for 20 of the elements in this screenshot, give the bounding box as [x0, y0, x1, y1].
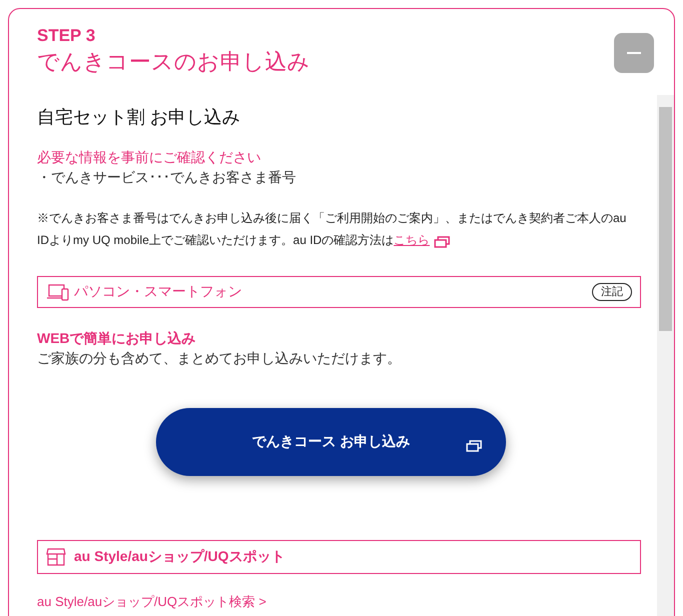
- minus-icon: [627, 52, 641, 54]
- pc-panel-label: パソコン・スマートフォン: [74, 282, 243, 302]
- collapse-button[interactable]: [614, 33, 654, 73]
- note-text: ※でんきお客さま番号はでんきお申し込み後に届く「ご利用開始のご案内」、またはでんき契約者ご本人のau IDよりmy UQ mobile上でご確認いただけます。au IDの確認方法は こちら: [37, 210, 628, 250]
- step-label: STEP 3: [37, 25, 96, 47]
- shop-panel-label: au Style/auショップ/UQスポット: [74, 547, 285, 566]
- apply-button[interactable]: でんきコース お申し込み: [156, 408, 506, 476]
- notice-heading: 必要な情報を事前にご確認ください: [37, 148, 262, 167]
- modal-title: でんきコースのお申し込み: [37, 48, 311, 76]
- here-link[interactable]: こちら: [394, 233, 430, 247]
- web-heading: WEBで簡単にお申し込み: [37, 328, 197, 348]
- notice-item: ・でんきサービス･･･でんきお客さま番号: [37, 168, 297, 187]
- section-title: 自宅セット割 お申し込み: [37, 106, 242, 129]
- web-text: ご家族の分も含めて、まとめてお申し込みいただけます。: [37, 348, 402, 368]
- devices-icon: [46, 282, 70, 301]
- note-badge[interactable]: 注記: [592, 282, 632, 301]
- external-window-icon: [466, 440, 482, 452]
- external-window-icon: [434, 236, 450, 248]
- store-icon: [46, 548, 66, 566]
- shop-search-link[interactable]: au Style/auショップ/UQスポット検索 >: [37, 592, 641, 612]
